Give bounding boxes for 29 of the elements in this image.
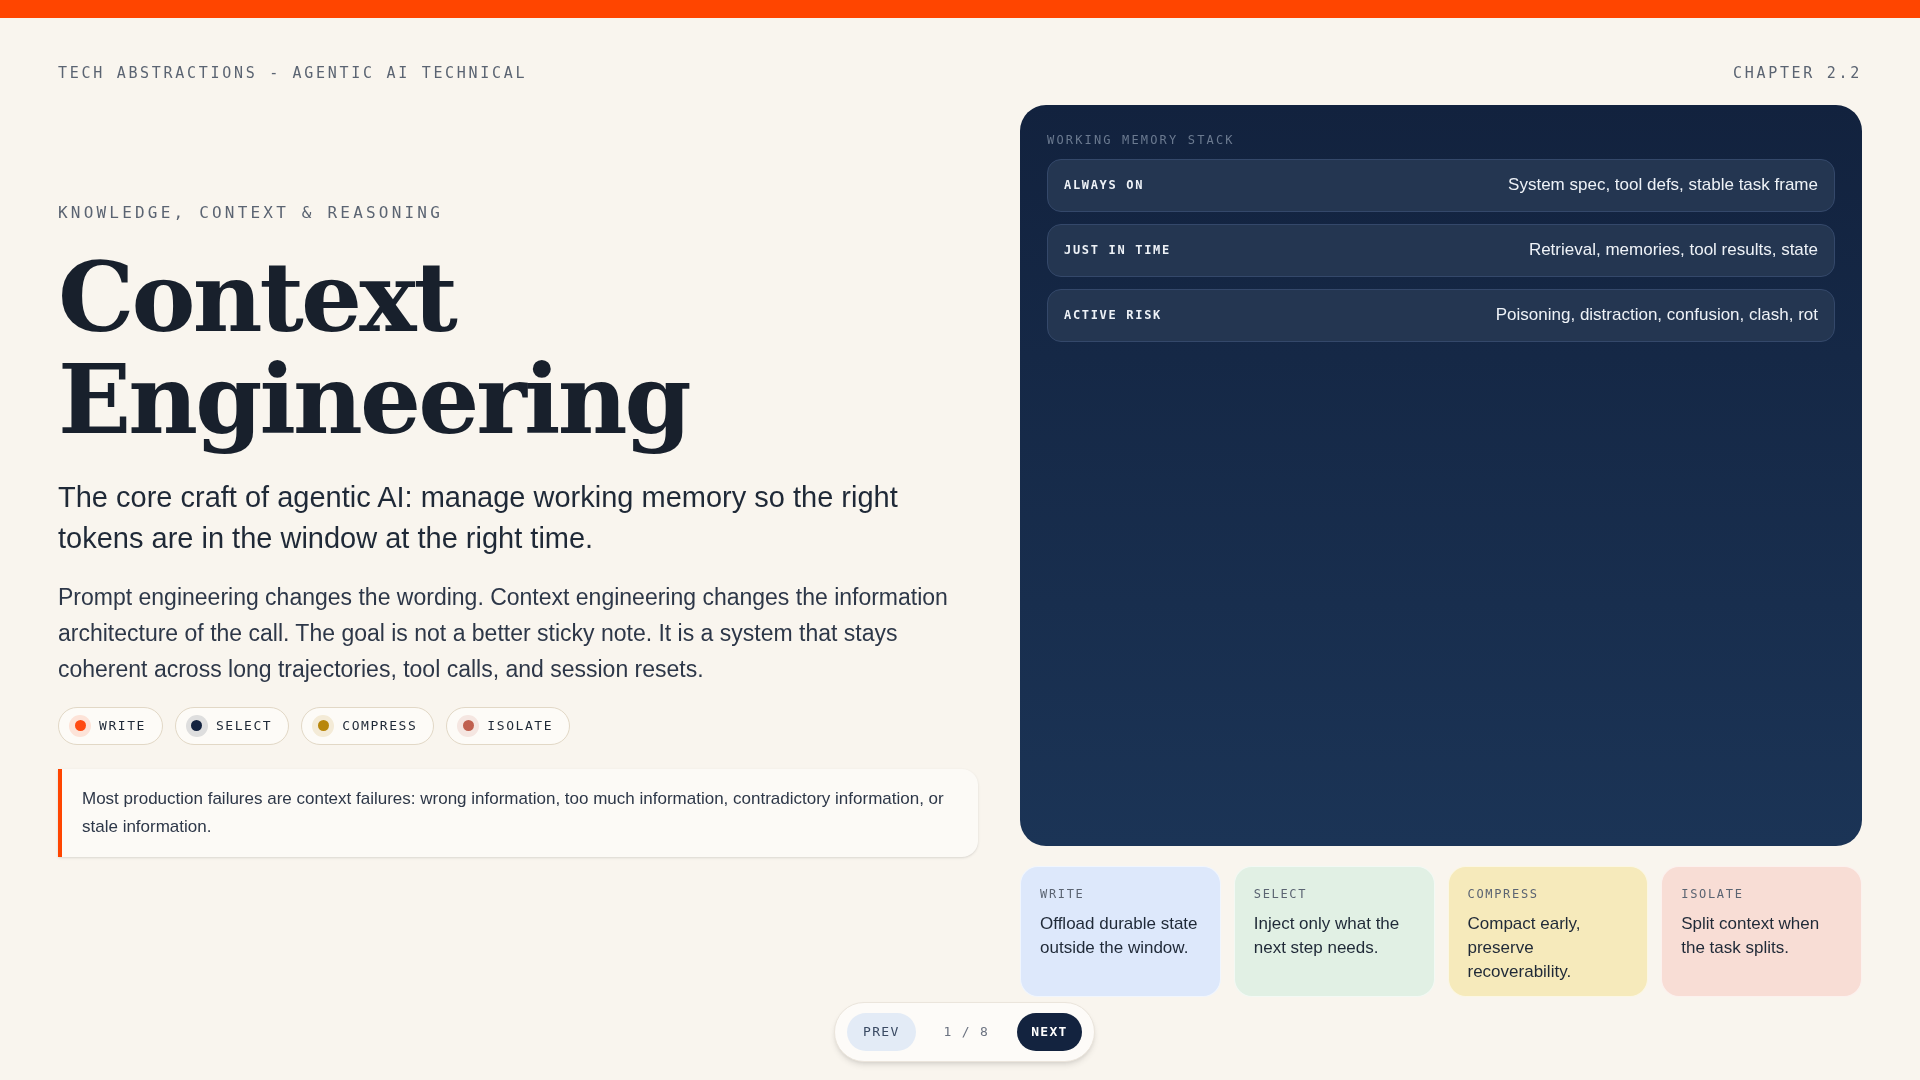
chip-label: ISOLATE: [487, 716, 554, 735]
row-value: Poisoning, distraction, confusion, clash, rot: [1495, 304, 1818, 327]
card-text: Offload durable state outside the window.: [1040, 912, 1199, 959]
card-label: SELECT: [1253, 885, 1309, 903]
title-line: Context: [58, 246, 458, 349]
next-button[interactable]: NEXT: [1017, 1013, 1082, 1051]
section-kicker: KNOWLEDGE, CONTEXT & REASONING: [58, 201, 444, 224]
prev-button[interactable]: PREV: [847, 1013, 916, 1051]
card-label: COMPRESS: [1467, 885, 1540, 903]
panel-title: WORKING MEMORY STACK: [1047, 131, 1236, 149]
chip-label: COMPRESS: [342, 716, 418, 735]
lead-paragraph: The core craft of agentic AI: manage working memory so the right tokens are in the window at the right time.: [58, 479, 899, 556]
body-paragraph: Prompt engineering changes the wording. Context engineering changes the information architecture of the call. The goal is not a better sticky note. It is a system that stays coherent across long trajectories, tool calls, and session resets.: [58, 582, 949, 684]
row-label: ALWAYS ON: [1064, 177, 1145, 194]
card-text: Compact early, preserve recoverability.: [1467, 912, 1582, 983]
chip-label: WRITE: [99, 716, 146, 735]
chapter-label: CHAPTER 2.2: [1732, 63, 1862, 84]
row-label: ACTIVE RISK: [1064, 307, 1162, 324]
callout-text: Most production failures are context failures: wrong information, too much information, contradictory information, or stale information.: [82, 787, 945, 838]
row-label: JUST IN TIME: [1064, 242, 1171, 259]
card-label: ISOLATE: [1681, 885, 1745, 903]
row-value: Retrieval, memories, tool results, state: [1528, 239, 1818, 262]
card-text: Split context when the task splits.: [1681, 912, 1821, 959]
row-value: System spec, tool defs, stable task frame: [1508, 174, 1818, 197]
card-label: WRITE: [1040, 885, 1086, 903]
card-text: Inject only what the next step needs.: [1253, 912, 1401, 959]
page-indicator: 1 / 8: [943, 1023, 990, 1041]
chip-label: SELECT: [215, 716, 273, 735]
header-title: TECH ABSTRACTIONS - AGENTIC AI TECHNICAL: [58, 63, 528, 84]
